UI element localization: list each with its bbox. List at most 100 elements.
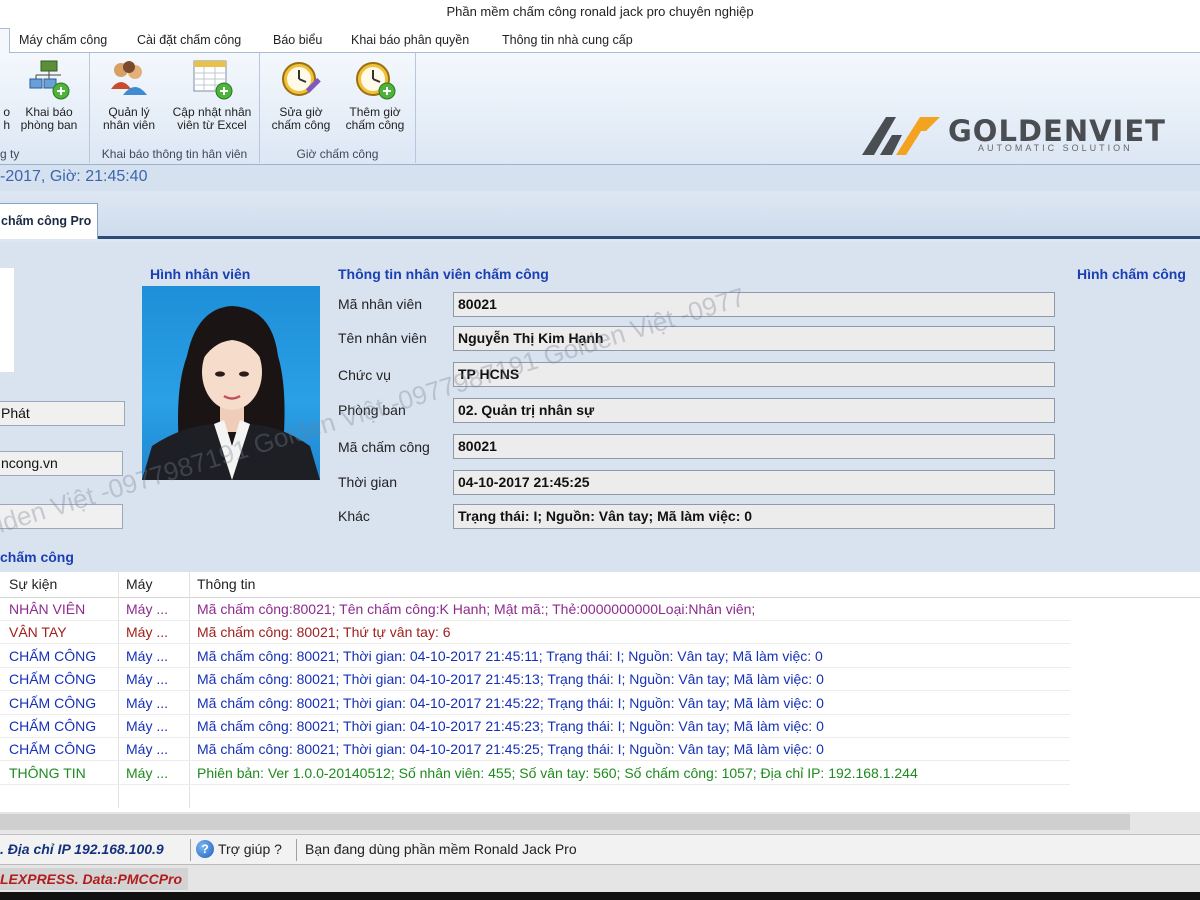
header-may[interactable]: Máy bbox=[126, 576, 152, 592]
left-field-1[interactable]: Phát bbox=[0, 401, 125, 426]
spreadsheet-add-icon bbox=[190, 57, 234, 101]
field-phong-ban[interactable]: 02. Quản trị nhân sự bbox=[453, 398, 1055, 423]
scrollbar-thumb[interactable] bbox=[0, 814, 1130, 830]
label-ma-cham-cong: Mã chấm công bbox=[338, 439, 430, 455]
employee-panel: Phát ncong.vn Hình nhân viên Thông tin n… bbox=[0, 242, 1200, 572]
employee-photo bbox=[142, 286, 320, 480]
cell-info: Mã chấm công: 80021; Thời gian: 04-10-20… bbox=[197, 718, 824, 734]
datetime-bar: -2017, Giờ: 21:45:40 bbox=[0, 165, 1200, 191]
table-row[interactable]: CHẤM CÔNG Máy ... Mã chấm công: 80021; Thờ… bbox=[0, 668, 1070, 692]
company-button[interactable]: o h bbox=[0, 57, 10, 141]
grid-header: Sự kiện Máy Thông tin bbox=[0, 572, 1200, 598]
clock-edit-icon bbox=[279, 57, 323, 101]
field-chuc-vu[interactable]: TP HCNS bbox=[453, 362, 1055, 387]
cell-event: CHẤM CÔNG bbox=[9, 647, 97, 664]
org-chart-icon bbox=[27, 57, 71, 101]
left-image-box bbox=[0, 268, 14, 372]
table-row[interactable]: CHẤM CÔNG Máy ... Mã chấm công: 80021; Thờ… bbox=[0, 738, 1070, 762]
document-tabstrip: chấm công Pro bbox=[0, 191, 1200, 239]
add-time-button[interactable]: Thêm giờ chấm công bbox=[336, 57, 414, 141]
edit-time-button[interactable]: Sửa giờ chấm công bbox=[262, 57, 340, 141]
attendance-photo-title: Hình chấm công bbox=[1077, 266, 1186, 282]
help-icon[interactable]: ? bbox=[196, 840, 214, 858]
edit-time-label: Sửa giờ chấm công bbox=[271, 105, 331, 132]
field-ten-nhan-vien[interactable]: Nguyễn Thị Kim Hạnh bbox=[453, 326, 1055, 351]
menu-tab-phan-quyen[interactable]: Khai báo phân quyền bbox=[341, 28, 479, 53]
label-phong-ban: Phòng ban bbox=[338, 402, 406, 418]
photo-section-title: Hình nhân viên bbox=[150, 266, 251, 282]
left-field-2[interactable]: ncong.vn bbox=[0, 451, 123, 476]
cell-machine: Máy ... bbox=[126, 694, 169, 711]
cell-machine: Máy ... bbox=[126, 647, 169, 664]
manage-employees-label: Quản lý nhân viên bbox=[102, 105, 156, 132]
ribbon-group-attendance-label: Giờ chấm công bbox=[296, 147, 379, 161]
department-button[interactable]: Khai báo phòng ban bbox=[10, 57, 88, 141]
goldenviet-mark-icon bbox=[862, 117, 940, 155]
brand-logo: GOLDENVIET AUTOMATIC SOLUTION bbox=[860, 111, 1180, 161]
cell-info: Mã chấm công: 80021; Thứ tự vân tay: 6 bbox=[197, 624, 451, 641]
ribbon-group-employee: Quản lý nhân viên Cập nhật nhân viên từ … bbox=[90, 53, 260, 163]
cell-event: VÂN TAY bbox=[9, 624, 67, 641]
ribbon-group-employee-label: Khai báo thông tin hân viên bbox=[101, 147, 248, 161]
menu-tab-nha-cung-cap[interactable]: Thông tin nhà cung cấp bbox=[492, 28, 643, 53]
table-row[interactable]: NHÂN VIÊN Máy ... Mã chấm công:80021; Tên … bbox=[0, 598, 1070, 621]
table-row[interactable]: THÔNG TIN Máy ... Phiên bản: Ver 1.0.0-201… bbox=[0, 762, 1070, 785]
cell-event: THÔNG TIN bbox=[9, 764, 86, 781]
status-message: Bạn đang dùng phần mềm Ronald Jack Pro bbox=[305, 841, 577, 857]
header-su-kien[interactable]: Sự kiện bbox=[9, 576, 57, 592]
datetime-text: -2017, Giờ: 21:45:40 bbox=[0, 168, 148, 185]
import-excel-label: Cập nhật nhân viên từ Excel bbox=[172, 105, 252, 132]
label-ma-nhan-vien: Mã nhân viên bbox=[338, 296, 423, 312]
window-title: Phần mềm chấm công ronald jack pro chuyê… bbox=[0, 0, 1200, 26]
cell-info: Phiên bản: Ver 1.0.0-20140512; Số nhân v… bbox=[197, 764, 918, 781]
menu-bar: Máy chấm công Cài đặt chấm công Báo biểu… bbox=[0, 26, 1200, 53]
add-time-label: Thêm giờ chấm công bbox=[345, 105, 405, 132]
ribbon-group-company-label: g ty bbox=[0, 147, 20, 161]
label-ten-nhan-vien: Tên nhân viên bbox=[338, 330, 427, 346]
field-ma-nhan-vien[interactable]: 80021 bbox=[453, 292, 1055, 317]
status-divider bbox=[190, 839, 191, 861]
cell-event: CHẤM CÔNG bbox=[9, 694, 97, 711]
table-row[interactable]: VÂN TAY Máy ... Mã chấm công: 80021; Thứ t… bbox=[0, 621, 1070, 645]
label-thoi-gian: Thời gian bbox=[338, 474, 397, 490]
attendance-log-grid[interactable]: Sự kiện Máy Thông tin NHÂN VIÊN Máy ... Mã… bbox=[0, 572, 1200, 812]
cell-machine: Máy ... bbox=[126, 764, 169, 781]
cell-event: CHẤM CÔNG bbox=[9, 741, 97, 758]
cell-machine: Máy ... bbox=[126, 624, 169, 641]
table-row[interactable]: CHẤM CÔNG Máy ... Mã chấm công: 80021; Thờ… bbox=[0, 715, 1070, 738]
info-section-title: Thông tin nhân viên chấm công bbox=[338, 266, 549, 282]
horizontal-scrollbar[interactable] bbox=[0, 812, 1200, 834]
cell-machine: Máy ... bbox=[126, 718, 169, 734]
cell-machine: Máy ... bbox=[126, 741, 169, 758]
import-excel-button[interactable]: Cập nhật nhân viên từ Excel bbox=[166, 57, 258, 141]
cell-info: Mã chấm công: 80021; Thời gian: 04-10-20… bbox=[197, 671, 824, 688]
cell-event: CHẤM CÔNG bbox=[9, 718, 97, 734]
status-ip: . Địa chỉ IP 192.168.100.9 bbox=[0, 841, 164, 857]
cell-info: Mã chấm công:80021; Tên chấm công:K Hanh… bbox=[197, 601, 756, 617]
menu-tab-cai-dat[interactable]: Cài đặt chấm công bbox=[127, 28, 251, 53]
screen-edge bbox=[0, 892, 1200, 900]
left-field-3[interactable] bbox=[0, 504, 123, 529]
menu-tab-bao-bieu[interactable]: Báo biểu bbox=[263, 28, 332, 53]
help-link[interactable]: Trợ giúp ? bbox=[218, 841, 282, 857]
cell-info: Mã chấm công: 80021; Thời gian: 04-10-20… bbox=[197, 694, 824, 711]
table-row[interactable]: CHẤM CÔNG Máy ... Mã chấm công: 80021; Thờ… bbox=[0, 645, 1070, 668]
cell-machine: Máy ... bbox=[126, 601, 169, 617]
cell-info: Mã chấm công: 80021; Thời gian: 04-10-20… bbox=[197, 647, 823, 664]
bottom-info-bar: LEXPRESS. Data:PMCCPro bbox=[0, 864, 1200, 892]
logo-tagline: AUTOMATIC SOLUTION bbox=[978, 143, 1133, 153]
label-chuc-vu: Chức vụ bbox=[338, 367, 391, 383]
field-ma-cham-cong[interactable]: 80021 bbox=[453, 434, 1055, 459]
field-khac[interactable]: Trạng thái: I; Nguồn: Vân tay; Mã làm vi… bbox=[453, 504, 1055, 529]
database-info: LEXPRESS. Data:PMCCPro bbox=[0, 868, 189, 890]
clock-add-icon bbox=[353, 57, 397, 101]
tab-cham-cong-pro[interactable]: chấm công Pro bbox=[0, 203, 98, 239]
label-khac: Khác bbox=[338, 508, 370, 524]
field-thoi-gian[interactable]: 04-10-2017 21:45:25 bbox=[453, 470, 1055, 495]
manage-employees-button[interactable]: Quản lý nhân viên bbox=[90, 57, 168, 141]
cell-event: CHẤM CÔNG bbox=[9, 671, 97, 688]
table-row[interactable]: CHẤM CÔNG Máy ... Mã chấm công: 80021; Thờ… bbox=[0, 692, 1070, 715]
status-bar: . Địa chỉ IP 192.168.100.9 ? Trợ giúp ? … bbox=[0, 834, 1200, 864]
menu-tab-may-cham-cong[interactable]: Máy chấm công bbox=[9, 28, 117, 53]
header-thong-tin[interactable]: Thông tin bbox=[197, 576, 255, 592]
